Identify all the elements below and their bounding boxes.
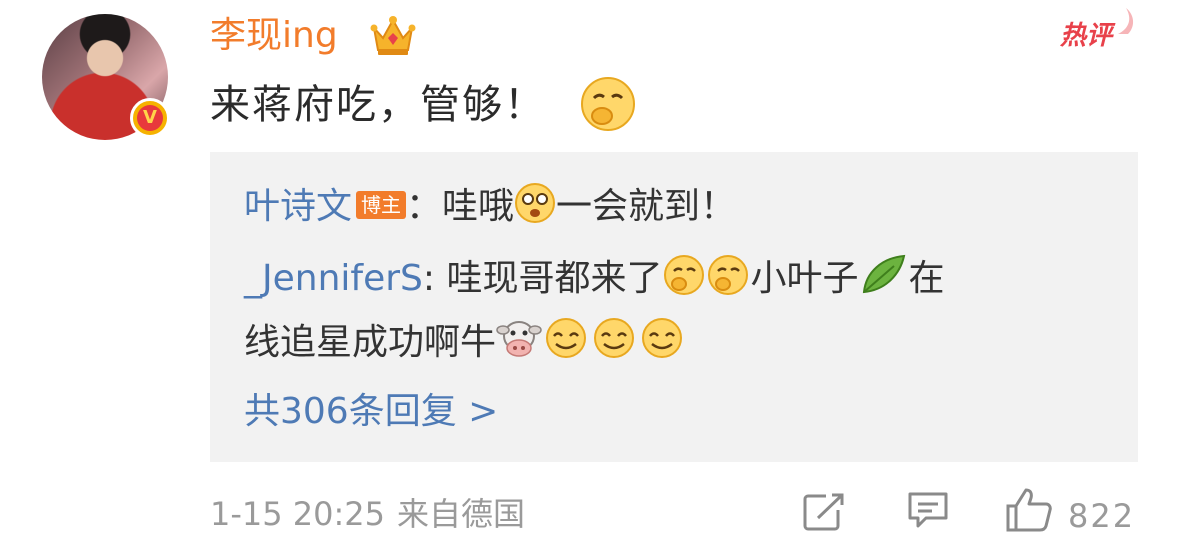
comment-meta: 1-15 20:25 来自德国 bbox=[210, 492, 537, 536]
thumbs-up-icon[interactable] bbox=[1004, 486, 1054, 534]
verified-badge-icon: V bbox=[130, 98, 170, 138]
reply-text: 哇哦 bbox=[442, 186, 515, 227]
reply-author[interactable]: 叶诗文 bbox=[244, 186, 352, 227]
comment-text: 来蒋府吃，管够！ bbox=[210, 82, 546, 128]
smiling-face-icon bbox=[546, 318, 587, 358]
reply-text: 小叶子 bbox=[750, 258, 859, 299]
reply-text: 哇现哥都来了 bbox=[446, 258, 663, 299]
reply-author[interactable]: _JenniferS bbox=[244, 258, 423, 299]
reply-separator: ： bbox=[406, 186, 443, 227]
smiling-face-icon bbox=[594, 318, 635, 358]
reply-box: 叶诗文博主：哇哦 一会就到！ _JenniferS: 哇现哥都来了 小叶子 bbox=[210, 152, 1138, 462]
surprised-face-icon bbox=[515, 183, 556, 223]
share-icon[interactable] bbox=[802, 492, 846, 532]
username[interactable]: 李现ing bbox=[210, 12, 338, 60]
reply-text: 线追星成功啊牛 bbox=[244, 322, 497, 363]
comment-date: 1-15 20:25 bbox=[210, 495, 386, 533]
comment-card: V 李现ing 热评 来蒋府吃，管够！ 叶诗文 博主 ：哇哦 一会就到！ _Je… bbox=[0, 0, 1179, 555]
user-avatar[interactable]: V bbox=[42, 14, 170, 140]
thinking-face-icon bbox=[581, 77, 635, 131]
thinking-face-icon bbox=[664, 255, 705, 295]
hot-comment-badge: 热评 bbox=[1060, 8, 1134, 56]
comment-icon[interactable] bbox=[906, 490, 950, 532]
reply-item: _JenniferS: 哇现哥都来了 小叶子 在 bbox=[244, 252, 945, 303]
crown-icon bbox=[370, 16, 416, 55]
flame-icon bbox=[1118, 8, 1134, 34]
hot-label: 热评 bbox=[1060, 21, 1113, 51]
reply-item-continuation: 线追星成功啊牛 bbox=[244, 316, 686, 367]
smiling-face-icon bbox=[642, 318, 683, 358]
blogger-tag: 博主 bbox=[356, 191, 407, 219]
more-replies-link[interactable]: 共306条回复 > bbox=[244, 388, 498, 436]
reply-separator: : bbox=[422, 258, 447, 299]
like-count: 822 bbox=[1068, 497, 1136, 535]
comment-source: 来自德国 bbox=[397, 495, 526, 533]
cow-face-icon bbox=[496, 321, 542, 357]
reply-text: 一会就到！ bbox=[556, 186, 737, 227]
reply-text: 在 bbox=[908, 258, 945, 299]
leaf-icon bbox=[863, 254, 906, 294]
thinking-face-icon bbox=[708, 255, 749, 295]
reply-item: 叶诗文 博主 ：哇哦 一会就到！ bbox=[244, 182, 736, 231]
